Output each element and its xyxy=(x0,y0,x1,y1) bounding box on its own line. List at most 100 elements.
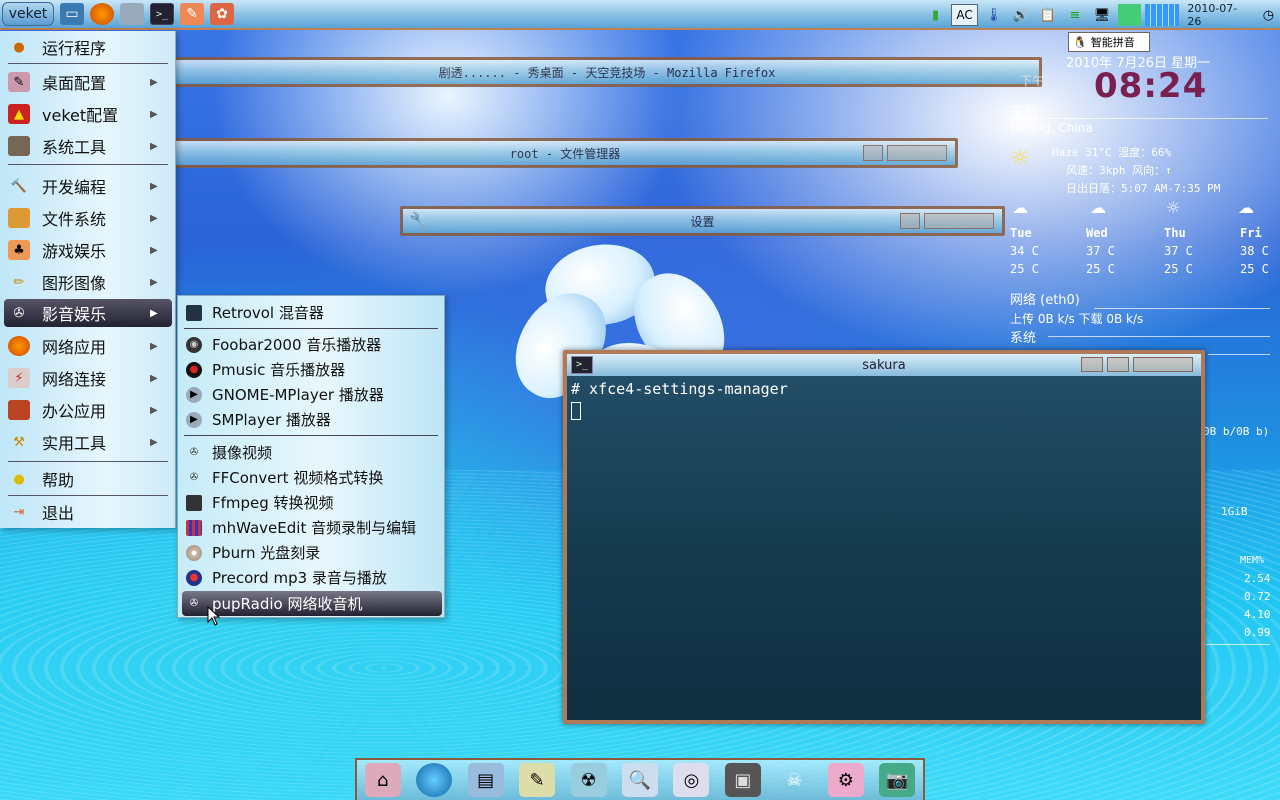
menu-item-system-tools[interactable]: 系统工具 ▶ xyxy=(4,132,172,160)
utility-icon: ⚒ xyxy=(13,434,25,450)
blank-app-icon[interactable] xyxy=(120,3,144,25)
dock-shell-icon[interactable]: ☢ xyxy=(570,763,607,797)
waveform-icon xyxy=(186,519,202,536)
workspace-grid-icon[interactable] xyxy=(1144,4,1180,26)
menu-item-help[interactable]: ● 帮助 xyxy=(4,465,172,493)
dock-skull-icon[interactable]: ☠ xyxy=(776,763,812,797)
app-launcher-icon[interactable]: ✿ xyxy=(210,3,234,25)
submenu-item-mhwaveedit[interactable]: mhWaveEdit 音频录制与编辑 xyxy=(182,515,442,540)
submenu-arrow-icon: ▶ xyxy=(150,404,158,416)
window-title: root - 文件管理器 xyxy=(509,146,621,161)
submenu-item-pmusic[interactable]: ● Pmusic 音乐播放器 xyxy=(182,357,442,382)
dock-search-icon[interactable]: 🔍 xyxy=(621,763,658,797)
window-file-manager[interactable]: root - 文件管理器 xyxy=(172,138,958,168)
submenu-arrow-icon: ▶ xyxy=(150,140,158,152)
dock-tools-icon[interactable]: ⚙ xyxy=(827,763,864,797)
window-settings[interactable]: 🔧 设置 xyxy=(400,206,1005,236)
menu-item-desktop-config[interactable]: ✎ 桌面配置 ▶ xyxy=(4,68,172,96)
menu-item-run[interactable]: ● 运行程序 xyxy=(4,33,172,61)
firefox-icon[interactable] xyxy=(90,3,114,25)
menu-item-office[interactable]: 办公应用 ▶ xyxy=(4,396,172,424)
submenu-item-gnome-mplayer[interactable]: ▶ GNOME-MPlayer 播放器 xyxy=(182,382,442,407)
menu-item-graphics[interactable]: ✏ 图形图像 ▶ xyxy=(4,268,172,296)
weather-wind: 风速：3kph 风向：↑ xyxy=(1066,164,1172,177)
menu-item-multimedia[interactable]: ✇ 影音娱乐 ▶ xyxy=(4,299,172,327)
dock-browser-icon[interactable] xyxy=(416,763,453,797)
submenu-item-smplayer[interactable]: ▶ SMPlayer 播放器 xyxy=(182,407,442,432)
volume-icon[interactable]: 🔊 xyxy=(1009,4,1032,26)
menu-item-utilities[interactable]: ⚒ 实用工具 ▶ xyxy=(4,428,172,456)
start-menu: ● 运行程序 ✎ 桌面配置 ▶ ▲ veket配置 ▶ 系统工具 ▶ 🔨 开发编程 ▶ … xyxy=(0,31,176,528)
dock-drive-icon[interactable]: ◎ xyxy=(673,763,710,797)
forecast-day: Wed xyxy=(1086,226,1108,240)
terminal-body[interactable]: # xfce4-settings-manager xyxy=(567,376,1201,428)
forecast-low: 25 C xyxy=(1086,262,1115,276)
submenu-item-retrovol[interactable]: Retrovol 混音器 xyxy=(182,300,442,325)
minimize-button[interactable] xyxy=(900,213,920,229)
terminal-cursor xyxy=(571,402,581,420)
dock-screenshot-icon[interactable]: 📷 xyxy=(879,763,916,797)
menu-item-network-apps[interactable]: 网络应用 ▶ xyxy=(4,332,172,360)
menu-item-games[interactable]: ♣ 游戏娱乐 ▶ xyxy=(4,236,172,264)
terminal-launcher-icon[interactable]: >_ xyxy=(150,3,174,25)
submenu-item-pburn[interactable]: Pburn 光盘刻录 xyxy=(182,540,442,565)
window-firefox[interactable]: 剧透...... - 秀桌面 - 天空竞技场 - Mozilla Firefox xyxy=(172,57,1042,87)
bottom-dock: ⌂ ▤ ✎ ☢ 🔍 ◎ ▣ ☠ ⚙ 📷 xyxy=(355,758,925,800)
network-monitor-icon[interactable]: 🖥 xyxy=(1091,4,1114,26)
start-menu-button[interactable]: veket xyxy=(2,2,54,26)
submenu-item-pupradio[interactable]: ✇ pupRadio 网络收音机 xyxy=(182,591,442,616)
submenu-item-ffmpeg[interactable]: Ffmpeg 转换视频 xyxy=(182,490,442,515)
submenu-arrow-icon: ▶ xyxy=(150,276,158,288)
thermometer-icon[interactable]: 🌡 xyxy=(982,4,1005,26)
menu-item-exit[interactable]: ⇥ 退出 xyxy=(4,498,172,526)
show-desktop-icon[interactable]: ▭ xyxy=(60,3,84,25)
dock-monitor-icon[interactable]: ▣ xyxy=(724,763,761,797)
maximize-button[interactable] xyxy=(887,145,947,161)
film-strip-icon xyxy=(186,494,202,511)
menu-item-filesystem[interactable]: 文件系统 ▶ xyxy=(4,204,172,232)
paint-app-icon[interactable]: ✎ xyxy=(180,3,204,25)
minimize-button[interactable] xyxy=(1081,357,1103,372)
menu-item-network-connect[interactable]: ⚡ 网络连接 ▶ xyxy=(4,364,172,392)
terminal-command-line: # xfce4-settings-manager xyxy=(571,380,788,398)
close-button[interactable] xyxy=(1133,357,1193,372)
date-display[interactable]: 2010-07-26 xyxy=(1187,2,1249,28)
forecast-cloud-icon: ☁ xyxy=(1012,198,1028,217)
clock-display: 08:24 xyxy=(1094,66,1208,106)
forecast-day: Tue xyxy=(1010,226,1032,240)
graphics-icon: ✏ xyxy=(13,274,25,290)
workspace-pager-icon[interactable] xyxy=(1117,4,1141,26)
maximize-button[interactable] xyxy=(924,213,994,229)
forecast-low: 25 C xyxy=(1240,262,1269,276)
submenu-item-precord[interactable]: ● Precord mp3 录音与播放 xyxy=(182,565,442,590)
mem-value: 0.72 xyxy=(1244,590,1271,603)
dock-text-editor-icon[interactable]: ✎ xyxy=(519,763,556,797)
terminal-titlebar[interactable]: >_ sakura xyxy=(567,354,1201,376)
menu-item-dev[interactable]: 🔨 开发编程 ▶ xyxy=(4,172,172,200)
clipboard-icon[interactable]: 📋 xyxy=(1036,4,1059,26)
terminal-window[interactable]: >_ sakura # xfce4-settings-manager xyxy=(563,350,1205,724)
dock-file-manager-icon[interactable]: ▤ xyxy=(467,763,504,797)
system-tools-icon xyxy=(8,136,30,156)
office-icon xyxy=(8,400,30,420)
minimize-button[interactable] xyxy=(863,145,883,161)
clock-icon[interactable]: ◷ xyxy=(1257,4,1280,26)
battery-icon[interactable]: ▮ xyxy=(924,4,947,26)
ac-indicator[interactable]: AC xyxy=(951,4,979,26)
ampm: 下午 xyxy=(1020,74,1045,88)
sun-icon: ☼ xyxy=(1010,146,1030,171)
run-icon: ● xyxy=(13,39,25,55)
dock-home-icon[interactable]: ⌂ xyxy=(364,763,401,797)
submenu-item-ffconvert[interactable]: ✇ FFConvert 视频格式转换 xyxy=(182,465,442,490)
network-status-icon[interactable]: ≡ xyxy=(1063,4,1086,26)
network-app-icon xyxy=(8,336,30,356)
mouse-cursor-icon xyxy=(207,606,221,626)
submenu-item-foobar2000[interactable]: ◉ Foobar2000 音乐播放器 xyxy=(182,332,442,357)
forecast-high: 34 C xyxy=(1010,244,1039,258)
top-taskbar: veket ▭ >_ ✎ ✿ ▮ AC 🌡 🔊 📋 ≡ 🖥 2010-07-26… xyxy=(0,0,1280,30)
menu-item-veket-config[interactable]: ▲ veket配置 ▶ xyxy=(4,100,172,128)
system-header: 系统 xyxy=(1010,331,1037,346)
submenu-arrow-icon: ▶ xyxy=(150,436,158,448)
maximize-button[interactable] xyxy=(1107,357,1129,372)
submenu-item-camera-video[interactable]: ✇ 摄像视频 xyxy=(182,440,442,465)
